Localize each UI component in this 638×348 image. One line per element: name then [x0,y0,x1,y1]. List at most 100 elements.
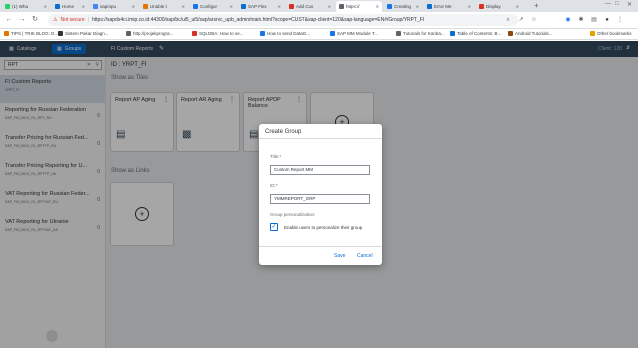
bookmark-label: Tutorials for Kanba... [403,31,445,36]
extensions-puzzle-icon[interactable]: ✱ [576,15,586,25]
bookmark-label: SAP MM Module T... [337,31,378,36]
title-label: Title:* [270,154,282,159]
bookmark-item[interactable]: SQLDBA: How to se... [192,31,244,36]
tab-close-icon[interactable]: ✕ [376,4,379,9]
tab-close-icon[interactable]: ✕ [230,4,233,9]
not-secure-label: Not secure [60,17,85,23]
browser-tab[interactable]: Home ✕ [52,1,88,12]
bookmark-item[interactable]: SAP MM Module T... [330,31,378,36]
forward-icon[interactable]: → [17,15,27,25]
tab-label: Home [62,4,75,9]
close-window-icon[interactable]: ✕ [627,1,632,8]
tab-favicon-icon [193,4,198,9]
tab-close-icon[interactable]: ✕ [328,4,331,9]
bookmark-item[interactable]: TIPS | TRIK BLOG: D... [4,31,58,36]
sidebar-icon[interactable]: ▤ [589,15,599,25]
cancel-button[interactable]: Cancel [357,253,373,259]
bookmark-icon [450,31,455,36]
url-text[interactable]: https://sapds4ci.imip.co.id:44300/sap/bc… [92,17,513,23]
create-group-dialog: Create Group Title:* Custom Report MM ID… [259,124,382,265]
restore-icon[interactable]: □ [615,1,619,7]
save-button[interactable]: Save [334,253,345,259]
bookmark-label: Table of Contents: B... [457,31,502,36]
browser-tab[interactable]: Display ✕ [476,1,522,12]
avatar[interactable]: ● [602,15,612,25]
tab-favicon-icon [241,4,246,9]
tab-close-icon[interactable]: ✕ [182,4,185,9]
checkbox-label: Enable users to personalize their group [284,225,363,230]
bookmark-icon [508,31,513,36]
title-input[interactable]: Custom Report MM [270,165,370,175]
bookmark-icon [4,31,9,36]
tab-close-icon[interactable]: ✕ [278,4,281,9]
dialog-footer: Save Cancel [259,246,382,265]
bookmark-item[interactable]: Sistem Pakar Diagn... [58,31,109,36]
zoom-icon[interactable]: ⌕ [503,15,513,25]
bookmark-star-icon[interactable]: ☆ [529,15,539,25]
tab-favicon-icon [93,4,98,9]
bookmark-item[interactable]: How to send DataG... [260,31,310,36]
tab-label: (1) Wha [12,4,29,9]
reload-icon[interactable]: ↻ [30,15,40,25]
bookmark-icon [590,31,595,36]
share-icon[interactable]: ↗ [516,15,526,25]
tab-label: Creating [394,4,412,9]
tab-favicon-icon [479,4,484,9]
bookmark-label: TIPS | TRIK BLOG: D... [11,31,59,36]
browser-tab-bar: (1) Wha ✕ Home ✕ sap/opu ✕ Unable t ✕ Configur ✕ S… [0,0,638,12]
tab-favicon-icon [5,4,10,9]
bookmark-label: How to send DataG... [267,31,311,36]
tab-label: Display [486,4,501,9]
bookmark-item[interactable]: Android Tutorials... [508,31,553,36]
id-value: YMMREPORT_GRP [274,196,316,201]
personalization-label: Group personalization: [270,212,316,217]
bookmark-label: Other bookmarks [597,31,632,36]
tab-close-icon[interactable]: ✕ [416,4,419,9]
browser-tab[interactable]: https:// ✕ [336,1,382,12]
bookmark-item[interactable]: http://projekprogra... [126,31,173,36]
tab-close-icon[interactable]: ✕ [44,4,47,9]
id-label: ID:* [270,183,278,188]
bookmark-label: Sistem Pakar Diagn... [65,31,109,36]
tab-close-icon[interactable]: ✕ [468,4,471,9]
browser-tab[interactable]: sap/opu ✕ [90,1,138,12]
tab-favicon-icon [339,4,344,9]
tab-favicon-icon [427,4,432,9]
title-value: Custom Report MM [274,167,314,172]
bookmark-icon [396,31,401,36]
bookmark-icon [330,31,335,36]
extension-icon[interactable]: ◉ [563,15,573,25]
tab-close-icon[interactable]: ✕ [516,4,519,9]
bookmarks-bar: TIPS | TRIK BLOG: D... Sistem Pakar Diagn… [0,29,638,40]
browser-toolbar: ← → ↻ ⚠ Not secure | https://sapds4ci.im… [0,12,638,29]
browser-tab[interactable]: (1) Wha ✕ [2,1,50,12]
tab-close-icon[interactable]: ✕ [82,4,85,9]
tab-label: Unable t [150,4,167,9]
tab-label: sap/opu [100,4,117,9]
back-icon[interactable]: ← [4,15,14,25]
browser-tab[interactable]: Unable t ✕ [140,1,188,12]
browser-tab[interactable]: Add Cus ✕ [286,1,334,12]
address-bar[interactable]: ⚠ Not secure | https://sapds4ci.imip.co.… [48,14,518,26]
tab-close-icon[interactable]: ✕ [132,4,135,9]
bookmark-icon [260,31,265,36]
id-input[interactable]: YMMREPORT_GRP [270,194,370,204]
personalize-checkbox[interactable]: ✓ [270,223,278,231]
new-tab-button[interactable]: + [534,1,539,10]
browser-tab[interactable]: Error Me ✕ [424,1,474,12]
bookmark-item[interactable]: Tutorials for Kanba... [396,31,445,36]
menu-icon[interactable]: ⋮ [615,15,625,25]
bookmark-item[interactable]: Other bookmarks [590,31,632,36]
dialog-title: Create Group [259,124,382,139]
minimize-icon[interactable]: — [605,1,611,7]
bookmark-icon [126,31,131,36]
browser-tab[interactable]: Creating ✕ [384,1,422,12]
bookmark-item[interactable]: Table of Contents: B... [450,31,501,36]
tab-label: SAP Flex [248,4,267,9]
browser-tab[interactable]: Configur ✕ [190,1,236,12]
bookmark-icon [58,31,63,36]
tab-label: Add Cus [296,4,314,9]
browser-tab[interactable]: SAP Flex ✕ [238,1,284,12]
tab-label: Configur [200,4,218,9]
tab-favicon-icon [289,4,294,9]
